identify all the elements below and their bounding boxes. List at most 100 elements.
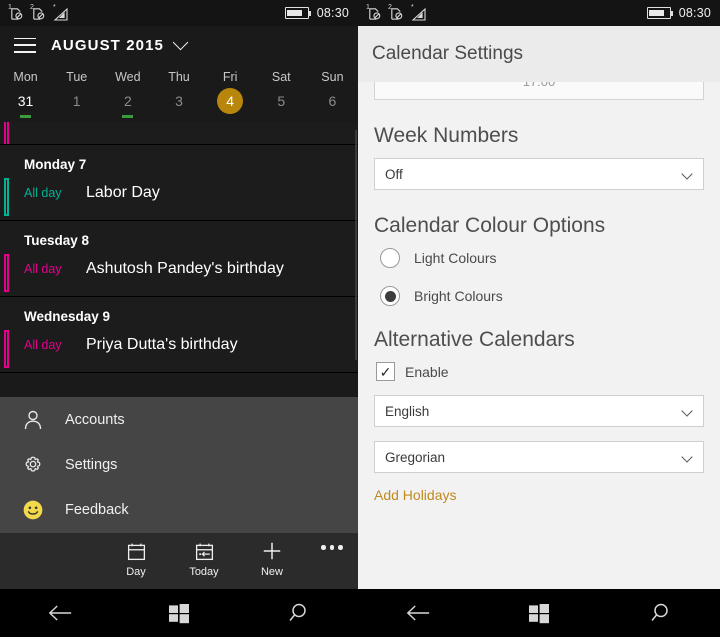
- app-bar-label: Day: [126, 566, 146, 578]
- event-title: Priya Dutta's birthday: [86, 336, 238, 353]
- calendar-type-value: Gregorian: [385, 449, 446, 465]
- section-title-calendar-colour-options: Calendar Colour Options: [374, 214, 606, 237]
- weekday-label: Thu: [168, 70, 190, 84]
- search-icon[interactable]: [239, 601, 358, 625]
- day-cell[interactable]: 2: [102, 88, 153, 122]
- settings-page-title: Calendar Settings: [372, 43, 524, 64]
- system-nav-bar-left: [0, 589, 358, 637]
- app-bar-label: Today: [189, 566, 219, 578]
- agenda-row[interactable]: Wednesday 9 All day Priya Dutta's birthd…: [0, 297, 358, 373]
- day-cell[interactable]: 31: [0, 88, 51, 122]
- gear-icon: [20, 452, 46, 478]
- menu-item-accounts[interactable]: Accounts: [0, 397, 358, 442]
- day-number: 2: [123, 93, 132, 109]
- windows-start-icon[interactable]: [119, 602, 238, 624]
- radio-light-colours[interactable]: Light Colours: [380, 248, 704, 268]
- add-holidays-link[interactable]: Add Holidays: [374, 487, 457, 503]
- agenda-day-label: Tuesday 8: [24, 233, 90, 248]
- alternative-calendar-language-dropdown[interactable]: English: [374, 395, 704, 427]
- menu-item-label: Feedback: [65, 501, 129, 518]
- agenda-day-label: Wednesday 9: [24, 309, 111, 324]
- week-numbers-dropdown[interactable]: Off: [374, 158, 704, 190]
- section-title-week-numbers: Week Numbers: [374, 124, 519, 147]
- weekday-label: Tue: [66, 70, 88, 84]
- page-title[interactable]: AUGUST 2015: [51, 37, 164, 54]
- app-bar-button-day[interactable]: Day: [102, 533, 170, 578]
- status-bar-left: 1 2 * 08:30: [0, 0, 358, 26]
- app-bar-button-new[interactable]: New: [238, 533, 306, 578]
- clock-label: 08:30: [678, 6, 711, 20]
- day-number: 1: [72, 93, 81, 109]
- clock-label: 08:30: [316, 6, 349, 20]
- chevron-down-icon: [681, 168, 693, 180]
- day-number: 4: [217, 88, 244, 114]
- scrolled-off-time-field[interactable]: 17:00: [374, 82, 704, 100]
- enable-alternative-calendars-checkbox[interactable]: ✓ Enable: [376, 362, 704, 381]
- dual-phone-screenshot: 1 2 * 08:30 AUGUST 2015 Mon Tue Wed Thu …: [0, 0, 720, 637]
- calendar-day-icon: [126, 540, 147, 562]
- day-number: 31: [17, 93, 34, 109]
- agenda-event[interactable]: All day Labor Day: [0, 178, 358, 220]
- agenda-event[interactable]: All day Ashutosh Pandey's birthday: [0, 254, 358, 296]
- scrollbar[interactable]: [355, 130, 357, 360]
- wifi-icon: *: [411, 4, 427, 21]
- calendar-app-panel: 1 2 * 08:30 AUGUST 2015 Mon Tue Wed Thu …: [0, 0, 358, 637]
- sim1-no-signal-icon: 1: [8, 4, 24, 21]
- event-indicator-dot: [122, 115, 134, 118]
- agenda-list[interactable]: Monday 7 All day Labor Day Tuesday 8 All…: [0, 122, 358, 373]
- more-dots-icon[interactable]: [306, 533, 358, 550]
- windows-start-icon[interactable]: [479, 602, 600, 624]
- agenda-row[interactable]: Tuesday 8 All day Ashutosh Pandey's birt…: [0, 221, 358, 297]
- event-allday-label: All day: [24, 186, 62, 200]
- event-title: Ashutosh Pandey's birthday: [86, 260, 284, 277]
- alternative-calendar-type-dropdown[interactable]: Gregorian: [374, 441, 704, 473]
- day-cell[interactable]: 3: [153, 88, 204, 122]
- menu-item-feedback[interactable]: Feedback: [0, 487, 358, 532]
- back-arrow-icon[interactable]: [0, 603, 119, 623]
- agenda-row-partial[interactable]: [0, 122, 358, 145]
- hamburger-icon[interactable]: [14, 37, 36, 53]
- status-icons-left: 1 2 *: [366, 4, 427, 21]
- event-accent-bar: [4, 178, 9, 216]
- person-icon: [20, 407, 46, 433]
- calendar-today-icon: [194, 540, 215, 562]
- day-cell-selected[interactable]: 4: [205, 88, 256, 122]
- day-number: 6: [328, 93, 337, 109]
- overflow-flyout-menu: Accounts Settings Feedback: [0, 397, 358, 533]
- week-numbers-value: Off: [385, 166, 403, 182]
- wifi-icon: *: [53, 4, 69, 21]
- menu-item-settings[interactable]: Settings: [0, 442, 358, 487]
- smiley-icon: [20, 497, 46, 523]
- sim2-no-signal-icon: 2: [30, 4, 46, 21]
- search-icon[interactable]: [599, 601, 720, 625]
- agenda-event[interactable]: All day Priya Dutta's birthday: [0, 330, 358, 372]
- app-bar: Day Today New: [0, 533, 358, 589]
- day-cell[interactable]: 6: [307, 88, 358, 122]
- back-arrow-icon[interactable]: [358, 603, 479, 623]
- settings-header: Calendar Settings: [358, 26, 720, 82]
- weekday-label: Wed: [115, 70, 141, 84]
- day-cell[interactable]: 5: [256, 88, 307, 122]
- event-allday-label: All day: [24, 338, 62, 352]
- weekday-label: Mon: [13, 70, 38, 84]
- app-bar-label: New: [260, 566, 283, 578]
- radio-button: [380, 248, 400, 268]
- day-number: 3: [175, 93, 183, 109]
- weekday-header-row: Mon Tue Wed Thu Fri Sat Sun: [0, 64, 358, 88]
- radio-label: Bright Colours: [414, 288, 503, 304]
- checkbox-label: Enable: [405, 363, 449, 380]
- checkbox-checked: ✓: [376, 362, 395, 381]
- system-nav-bar-right: [358, 589, 720, 637]
- day-cell[interactable]: 1: [51, 88, 102, 122]
- agenda-row[interactable]: Monday 7 All day Labor Day: [0, 145, 358, 221]
- app-bar-button-today[interactable]: Today: [170, 533, 238, 578]
- day-number: 5: [277, 93, 286, 109]
- status-icons-right: 08:30: [646, 6, 711, 20]
- status-icons-right: 08:30: [284, 6, 349, 20]
- chevron-down-icon[interactable]: [172, 34, 189, 51]
- time-value: 17:00: [523, 82, 556, 89]
- weekday-label: Sat: [271, 70, 291, 84]
- event-title: Labor Day: [86, 184, 160, 201]
- radio-bright-colours[interactable]: Bright Colours: [380, 286, 704, 306]
- sim1-no-signal-icon: 1: [366, 4, 382, 21]
